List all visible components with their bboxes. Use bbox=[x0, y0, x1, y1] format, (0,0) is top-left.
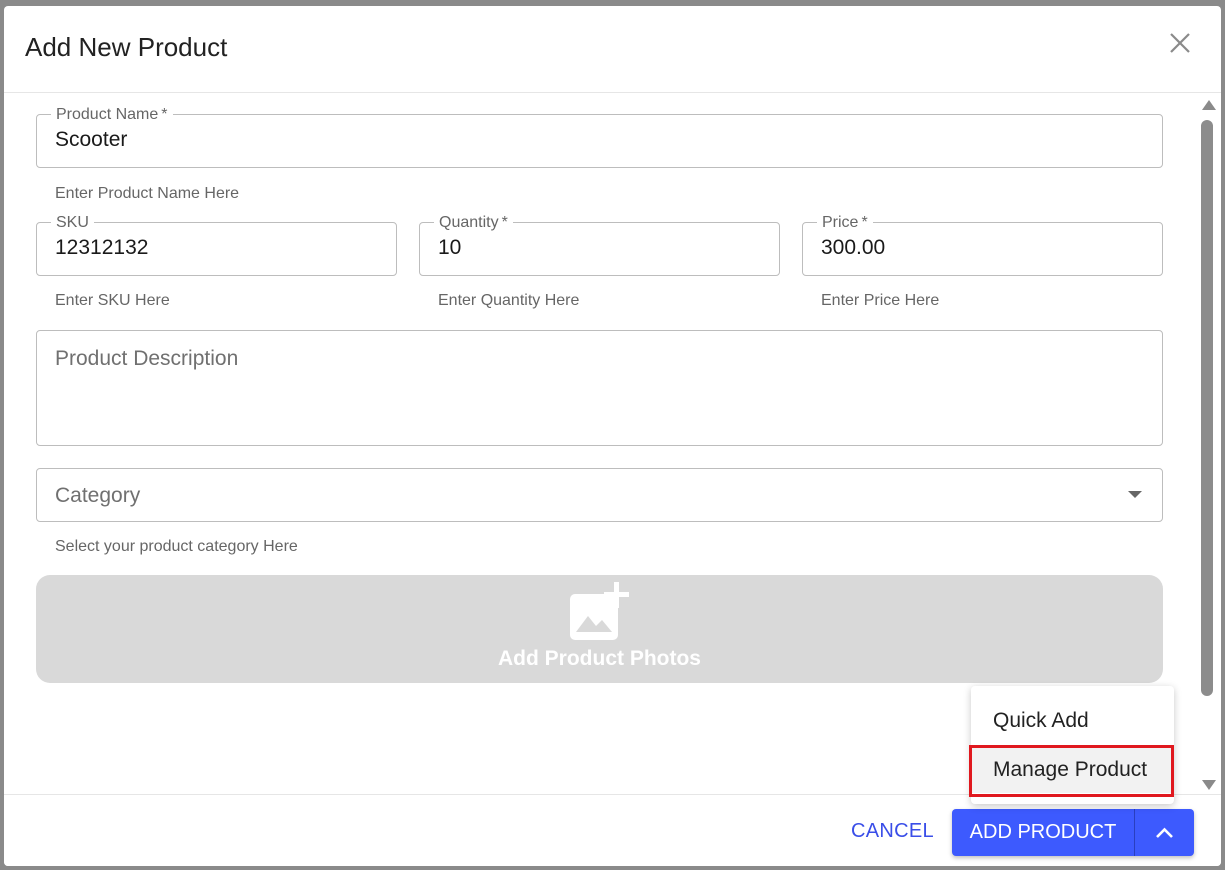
selection-highlight bbox=[969, 745, 1174, 797]
add-options-toggle[interactable] bbox=[1135, 809, 1194, 856]
price-helper: Enter Price Here bbox=[821, 292, 940, 309]
add-product-button[interactable]: ADD PRODUCT bbox=[952, 809, 1134, 856]
product-name-helper: Enter Product Name Here bbox=[55, 185, 240, 202]
dialog-scrollbar[interactable] bbox=[1200, 94, 1217, 794]
sku-field[interactable]: SKU 12312132 bbox=[36, 214, 397, 276]
quantity-label: Quantity * bbox=[434, 214, 513, 232]
quantity-value: 10 bbox=[438, 236, 462, 259]
product-name-field[interactable]: Product Name * Scooter bbox=[36, 106, 1163, 168]
dialog-footer: CANCEL ADD PRODUCT bbox=[4, 794, 1221, 866]
dialog-title: Add New Product bbox=[25, 32, 228, 62]
menu-item-quick-add[interactable]: Quick Add bbox=[971, 698, 1174, 744]
scroll-up-icon[interactable] bbox=[1202, 100, 1216, 110]
price-label: Price * bbox=[817, 214, 873, 232]
sku-label: SKU bbox=[51, 214, 94, 232]
add-photo-icon bbox=[570, 582, 630, 640]
add-product-photos-label: Add Product Photos bbox=[498, 647, 701, 670]
scrollbar-thumb[interactable] bbox=[1201, 120, 1213, 696]
chevron-down-icon bbox=[1128, 491, 1142, 498]
price-field[interactable]: Price * 300.00 bbox=[802, 214, 1163, 276]
dialog-header: Add New Product bbox=[4, 6, 1221, 93]
close-icon[interactable] bbox=[1167, 30, 1193, 56]
category-select[interactable]: Category bbox=[36, 468, 1163, 522]
product-name-label: Product Name * bbox=[51, 106, 173, 124]
category-helper: Select your product category Here bbox=[55, 538, 298, 555]
price-value: 300.00 bbox=[821, 236, 886, 259]
category-placeholder: Category bbox=[55, 484, 141, 507]
sku-helper: Enter SKU Here bbox=[55, 292, 170, 309]
add-options-menu: Quick Add Manage Product bbox=[969, 686, 1174, 804]
chevron-up-icon bbox=[1156, 827, 1173, 838]
scroll-down-icon[interactable] bbox=[1202, 780, 1216, 790]
quantity-helper: Enter Quantity Here bbox=[438, 292, 580, 309]
sku-value: 12312132 bbox=[55, 236, 149, 259]
product-name-value: Scooter bbox=[55, 128, 128, 151]
quantity-field[interactable]: Quantity * 10 bbox=[419, 214, 780, 276]
add-product-photos-button[interactable]: Add Product Photos bbox=[36, 575, 1163, 683]
cancel-button[interactable]: CANCEL bbox=[851, 820, 934, 843]
product-description-field[interactable]: Product Description bbox=[36, 330, 1163, 446]
product-description-placeholder: Product Description bbox=[55, 347, 239, 370]
add-product-dialog: Add New Product Product Name * Scooter En… bbox=[4, 6, 1221, 866]
add-product-split-button: ADD PRODUCT bbox=[952, 809, 1194, 856]
